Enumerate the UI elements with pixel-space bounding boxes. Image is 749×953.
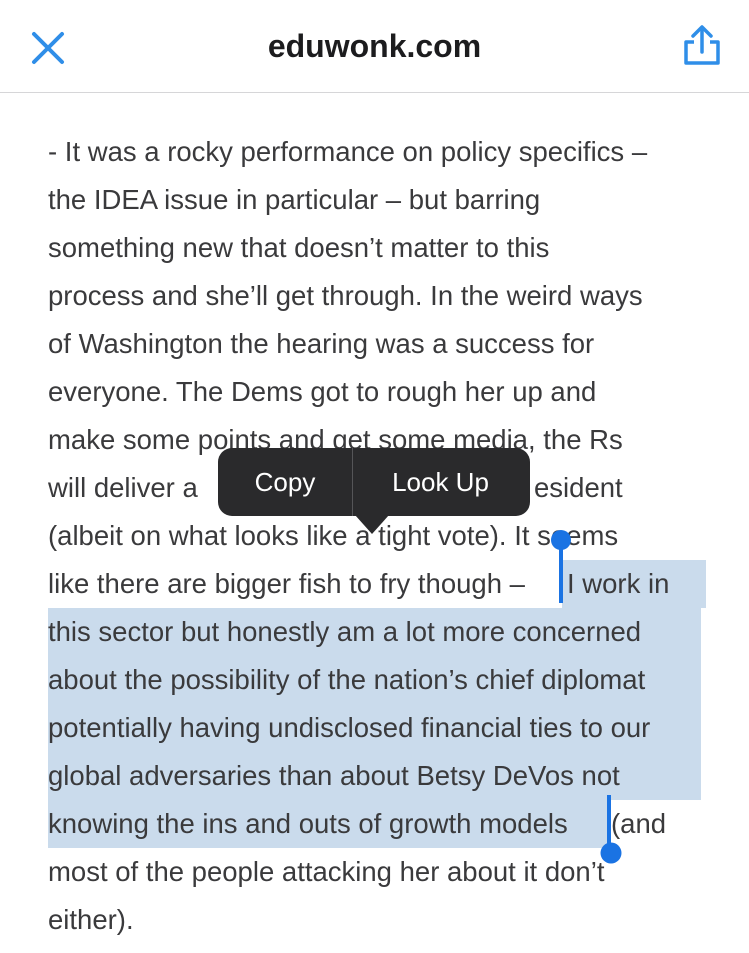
share-button[interactable]	[678, 22, 726, 70]
text-line: process and she’ll get through. In the w…	[48, 280, 643, 311]
selection-end-handle[interactable]	[598, 795, 624, 865]
selected-text: this sector but honestly am a lot more c…	[48, 616, 642, 647]
selected-text: potentially having undisclosed financial…	[48, 712, 651, 743]
text-line-selection-start: like there are bigger fish to fry though…	[48, 560, 708, 608]
text-fragment-after-menu: esident	[534, 472, 623, 503]
text-fragment: like there are bigger fish to fry though…	[48, 568, 525, 599]
text-line: - It was a rocky performance on policy s…	[48, 136, 648, 167]
selected-text: knowing the ins and outs of growth model…	[48, 800, 610, 848]
context-menu: Copy Look Up	[218, 448, 530, 516]
selected-line: global adversaries than about Betsy DeVo…	[48, 752, 701, 800]
text-fragment: will deliver a	[48, 472, 198, 503]
header-bar: eduwonk.com	[0, 0, 749, 93]
selected-text: I work in	[562, 560, 706, 608]
selected-line: this sector but honestly am a lot more c…	[48, 608, 701, 656]
selected-text: global adversaries than about Betsy DeVo…	[48, 760, 620, 791]
look-up-menu-item[interactable]: Look Up	[353, 448, 528, 516]
text-line: of Washington the hearing was a success …	[48, 328, 595, 359]
text-line: the IDEA issue in particular – but barri…	[48, 184, 541, 215]
text-line: something new that doesn’t matter to thi…	[48, 232, 550, 263]
selected-line: potentially having undisclosed financial…	[48, 704, 701, 752]
selected-text: about the possibility of the nation’s ch…	[48, 664, 646, 695]
selected-line: about the possibility of the nation’s ch…	[48, 656, 701, 704]
context-menu-arrow	[355, 515, 389, 534]
page-title: eduwonk.com	[267, 28, 482, 64]
selection-start-handle[interactable]	[550, 529, 572, 603]
share-icon	[684, 25, 720, 65]
copy-menu-item[interactable]: Copy	[218, 448, 352, 516]
text-line: either).	[48, 904, 134, 935]
text-line: everyone. The Dems got to rough her up a…	[48, 376, 597, 407]
